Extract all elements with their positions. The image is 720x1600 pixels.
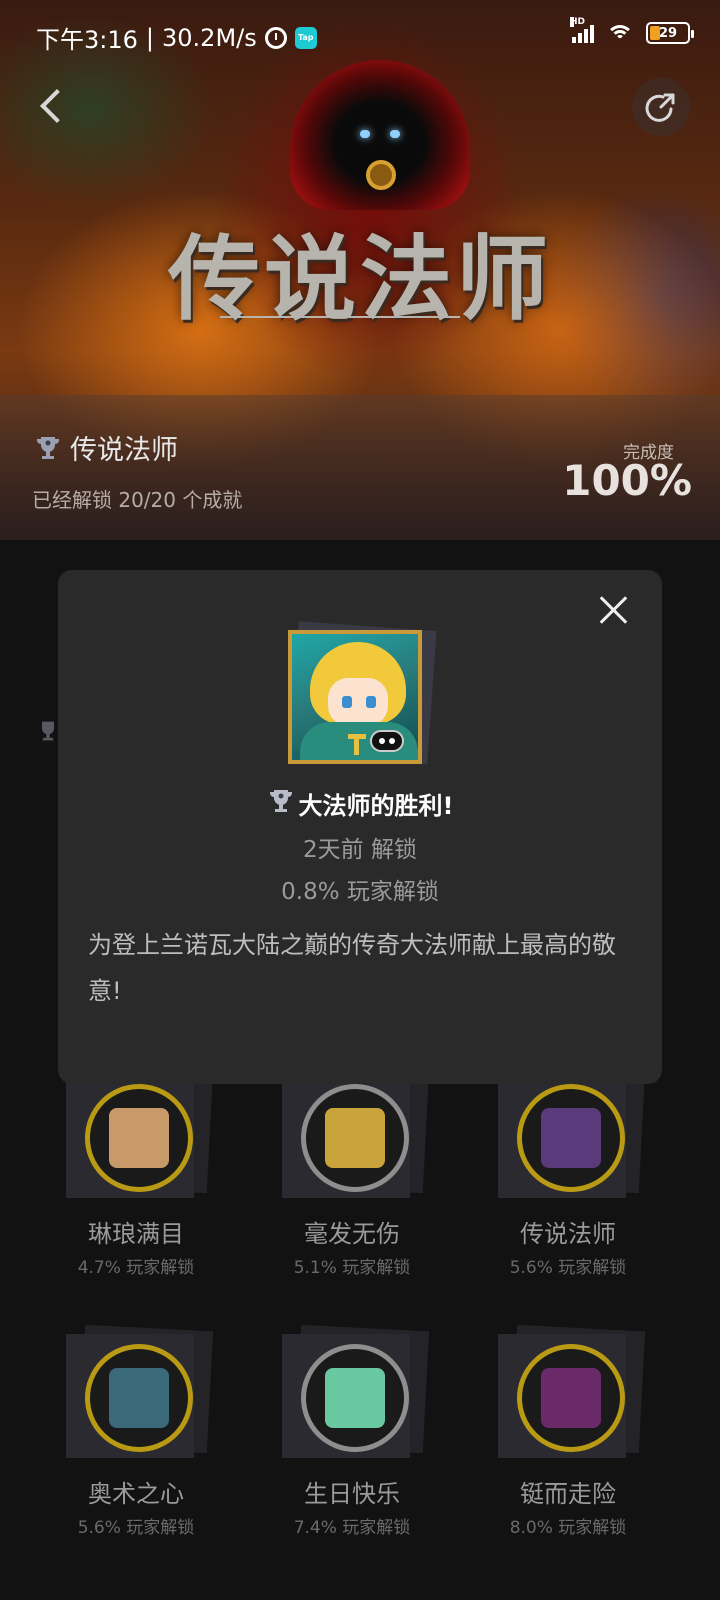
achievement-item[interactable]: 琳琅满目 4.7% 玩家解锁 bbox=[36, 1064, 236, 1278]
battery-icon: 29 bbox=[646, 22, 694, 44]
achievement-card bbox=[498, 1064, 646, 1198]
achievement-unlock-rate: 7.4% 玩家解锁 bbox=[293, 1518, 411, 1538]
achievement-card bbox=[66, 1324, 214, 1458]
achievement-card bbox=[498, 1324, 646, 1458]
achievement-card bbox=[282, 1064, 430, 1198]
signal-hd-label: HD bbox=[570, 17, 586, 27]
trophy-icon bbox=[36, 718, 60, 748]
achievement-description: 为登上兰诺瓦大陆之巅的传奇大法师献上最高的敬意! bbox=[88, 931, 616, 1005]
medal-ring bbox=[85, 1084, 193, 1192]
alarm-icon bbox=[264, 26, 287, 49]
achievement-badge bbox=[284, 621, 437, 766]
achievement-name: 毫发无伤 bbox=[304, 1220, 400, 1248]
trophy-icon bbox=[267, 787, 295, 821]
logo-underline bbox=[220, 316, 460, 318]
unlock-count: 已经解锁 20/20 个成就 bbox=[32, 488, 243, 512]
brooch-ornament bbox=[366, 160, 396, 190]
status-separator: | bbox=[145, 23, 154, 52]
wizard-icon bbox=[541, 1108, 601, 1168]
wifi-icon bbox=[606, 23, 634, 43]
spellbook-icon bbox=[109, 1368, 169, 1428]
medal-ring bbox=[301, 1084, 409, 1192]
achievement-card bbox=[66, 1064, 214, 1198]
status-bar: 下午3:16 | 30.2M/s Tap HD 29 bbox=[0, 0, 720, 70]
completion-value: 100% bbox=[562, 456, 692, 505]
achievement-detail-modal: 大法师的胜利! 2天前 解锁 0.8% 玩家解锁 为登上兰诺瓦大陆之巅的传奇大法… bbox=[58, 570, 662, 1084]
share-button[interactable] bbox=[632, 78, 690, 136]
achievement-unlock-rate: 4.7% 玩家解锁 bbox=[77, 1258, 195, 1278]
achievement-name: 琳琅满目 bbox=[88, 1220, 184, 1248]
spool-icon bbox=[109, 1108, 169, 1168]
status-time: 下午3:16 bbox=[36, 26, 138, 54]
achievement-name: 铤而走险 bbox=[520, 1480, 616, 1508]
mage-eye bbox=[360, 130, 370, 138]
achievement-name: 传说法师 bbox=[520, 1220, 616, 1248]
medal-ring bbox=[517, 1084, 625, 1192]
signal-icon: HD bbox=[570, 17, 594, 43]
unlock-time: 2天前 解锁 bbox=[303, 837, 417, 863]
achievement-unlock-rate: 5.1% 玩家解锁 bbox=[293, 1258, 411, 1278]
close-button[interactable] bbox=[596, 592, 632, 628]
achievement-unlock-rate: 5.6% 玩家解锁 bbox=[77, 1518, 195, 1538]
hero-portrait-icon bbox=[288, 630, 422, 764]
mage-eye bbox=[390, 130, 400, 138]
achievement-item[interactable]: 铤而走险 8.0% 玩家解锁 bbox=[468, 1324, 668, 1538]
share-icon bbox=[645, 93, 675, 122]
battery-level: 29 bbox=[658, 25, 678, 41]
p-block-icon bbox=[325, 1108, 385, 1168]
achievement-item[interactable]: 传说法师 5.6% 玩家解锁 bbox=[468, 1064, 668, 1278]
rainbow-llama-icon bbox=[325, 1368, 385, 1428]
tap-icon: Tap bbox=[294, 26, 317, 49]
medal-ring bbox=[85, 1344, 193, 1452]
skull-flame-icon bbox=[541, 1368, 601, 1428]
back-button[interactable] bbox=[26, 80, 78, 132]
network-speed: 30.2M/s bbox=[162, 23, 257, 52]
trophy-icon bbox=[34, 434, 62, 462]
medal-ring bbox=[301, 1344, 409, 1452]
achievement-item[interactable]: 生日快乐 7.4% 玩家解锁 bbox=[252, 1324, 452, 1538]
achievement-title: 大法师的胜利! bbox=[298, 792, 454, 820]
achievement-item[interactable]: 奥术之心 5.6% 玩家解锁 bbox=[36, 1324, 236, 1538]
achievement-name: 奥术之心 bbox=[88, 1480, 184, 1508]
achievement-unlock-rate: 8.0% 玩家解锁 bbox=[509, 1518, 627, 1538]
game-logo: 传说法师 bbox=[167, 225, 552, 333]
achievement-card bbox=[282, 1324, 430, 1458]
summary-title: 传说法师 bbox=[70, 435, 178, 466]
unlock-rate: 0.8% 玩家解锁 bbox=[281, 879, 439, 905]
achievement-name: 生日快乐 bbox=[304, 1480, 400, 1508]
achievement-title-row: 大法师的胜利! bbox=[58, 786, 662, 821]
achievement-unlock-rate: 5.6% 玩家解锁 bbox=[509, 1258, 627, 1278]
achievement-item[interactable]: 毫发无伤 5.1% 玩家解锁 bbox=[252, 1064, 452, 1278]
game-achievement-summary: 传说法师 bbox=[34, 428, 178, 467]
medal-ring bbox=[517, 1344, 625, 1452]
